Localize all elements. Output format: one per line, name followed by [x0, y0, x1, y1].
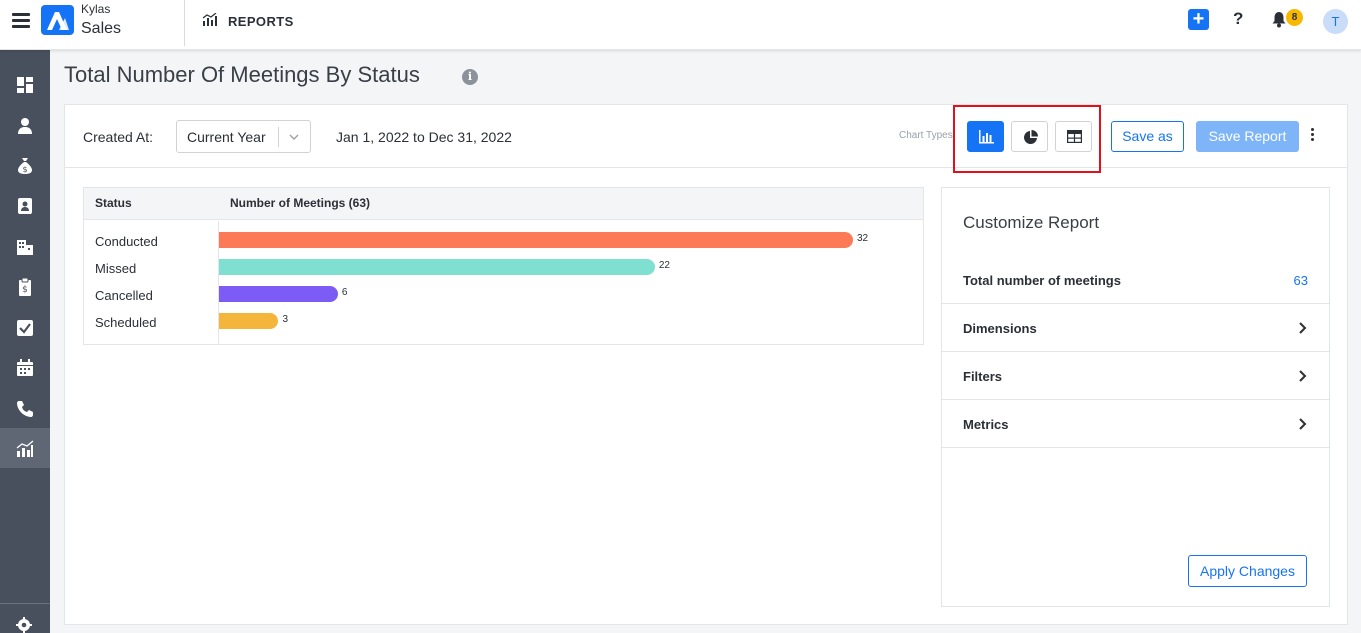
select-divider — [278, 127, 279, 147]
building-icon — [17, 240, 33, 255]
reports-icon — [16, 440, 34, 457]
customize-title: Customize Report — [963, 213, 1100, 232]
contact-card-icon — [18, 198, 32, 214]
sidebar-item-calls[interactable] — [0, 388, 50, 428]
metrics-row[interactable]: Metrics — [942, 400, 1329, 448]
metrics-label: Metrics — [963, 417, 1009, 432]
svg-text:$: $ — [22, 285, 28, 295]
clipboard-dollar-icon: $ — [19, 278, 31, 296]
brand-name: Kylas — [81, 2, 111, 16]
column-header-status: Status — [95, 196, 132, 210]
bar-cancelled[interactable] — [219, 286, 338, 302]
header-divider — [184, 0, 185, 46]
calendar-icon — [17, 359, 33, 376]
info-icon[interactable]: i — [462, 69, 478, 85]
sidebar-item-deals[interactable]: $ — [0, 145, 50, 185]
phone-icon — [17, 401, 33, 417]
bar-value-scheduled: 3 — [282, 314, 288, 325]
help-icon[interactable]: ? — [1233, 9, 1243, 29]
chart-types-highlight — [953, 105, 1101, 173]
reports-icon — [202, 12, 218, 32]
filter-bar: Created At: Current Year Jan 1, 2022 to … — [65, 105, 1347, 173]
table-header: Status Number of Meetings (63) — [84, 188, 923, 220]
task-check-icon — [17, 320, 33, 336]
chevron-right-icon — [1299, 370, 1307, 382]
created-at-label: Created At: — [83, 129, 154, 145]
bar-missed[interactable] — [219, 259, 655, 275]
section-title: REPORTS — [228, 14, 294, 29]
brand-product: Sales — [81, 20, 122, 37]
money-bag-icon: $ — [18, 158, 32, 174]
bar-scheduled[interactable] — [219, 313, 279, 329]
dashboard-icon — [17, 77, 33, 93]
category-label-cancelled: Cancelled — [95, 288, 153, 303]
category-label-conducted: Conducted — [95, 234, 158, 249]
save-report-button[interactable]: Save Report — [1196, 121, 1299, 152]
total-meetings-value: 63 — [1293, 273, 1308, 288]
bar-value-missed: 22 — [658, 260, 670, 271]
sidebar: $ $ — [0, 50, 50, 633]
kylas-logo[interactable] — [41, 5, 74, 35]
more-options-icon[interactable] — [1311, 128, 1315, 143]
notification-badge: 8 — [1286, 9, 1303, 26]
customize-panel: Customize Report Total number of meeting… — [941, 187, 1330, 607]
filters-row[interactable]: Filters — [942, 352, 1329, 400]
menu-icon[interactable] — [12, 13, 30, 29]
dimensions-row[interactable]: Dimensions — [942, 304, 1329, 352]
sidebar-item-dashboard[interactable] — [0, 64, 50, 104]
report-card: Created At: Current Year Jan 1, 2022 to … — [64, 104, 1348, 625]
category-label-missed: Missed — [95, 261, 137, 276]
dimensions-label: Dimensions — [963, 321, 1037, 336]
chevron-right-icon — [1299, 322, 1307, 334]
report-table: Status Number of Meetings (63) Conducted… — [83, 187, 924, 345]
sidebar-item-contacts[interactable] — [0, 185, 50, 225]
sidebar-item-companies[interactable] — [0, 226, 50, 266]
total-meetings-row: Total number of meetings 63 — [942, 256, 1329, 304]
filters-label: Filters — [963, 369, 1003, 384]
period-select[interactable]: Current Year — [176, 120, 311, 153]
sidebar-item-meetings[interactable] — [0, 347, 50, 387]
apply-changes-button[interactable]: Apply Changes — [1188, 555, 1307, 587]
bar-conducted[interactable] — [219, 232, 853, 248]
add-button[interactable]: + — [1188, 9, 1209, 30]
period-select-value: Current Year — [187, 129, 266, 145]
page-title: Total Number Of Meetings By Status — [64, 62, 420, 87]
category-label-scheduled: Scheduled — [95, 315, 157, 330]
bell-icon[interactable] — [1271, 11, 1287, 33]
column-header-meetings: Number of Meetings (63) — [230, 196, 371, 210]
sidebar-item-quotations[interactable]: $ — [0, 266, 50, 306]
total-meetings-label: Total number of meetings — [963, 273, 1121, 288]
sidebar-item-settings[interactable] — [0, 603, 50, 633]
sidebar-item-tasks[interactable] — [0, 307, 50, 347]
top-bar: Kylas Sales REPORTS + ? 8 T — [0, 0, 1361, 50]
avatar[interactable]: T — [1323, 9, 1348, 34]
save-as-button[interactable]: Save as — [1111, 121, 1184, 152]
chart-types-label: Chart Types: — [899, 130, 956, 141]
sidebar-item-reports[interactable] — [0, 428, 50, 468]
date-range: Jan 1, 2022 to Dec 31, 2022 — [336, 129, 512, 145]
svg-text:$: $ — [22, 165, 27, 174]
bar-value-conducted: 32 — [857, 233, 869, 244]
chevron-down-icon — [288, 130, 300, 148]
gear-icon — [16, 617, 32, 633]
chevron-right-icon — [1299, 418, 1307, 430]
bar-value-cancelled: 6 — [341, 287, 348, 298]
user-icon — [18, 118, 32, 134]
sidebar-item-leads[interactable] — [0, 105, 50, 145]
